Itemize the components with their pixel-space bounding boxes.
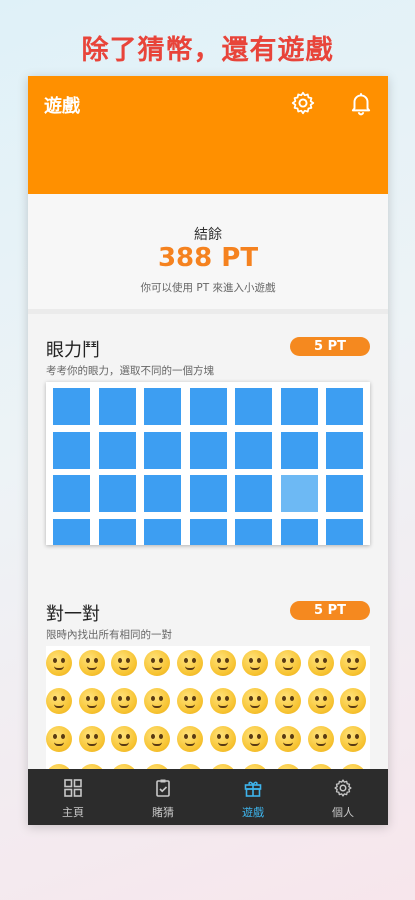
emoji-card[interactable] [242, 650, 269, 676]
emoji-card[interactable] [209, 688, 236, 714]
color-tile[interactable] [326, 518, 363, 545]
color-tile[interactable] [144, 388, 181, 425]
emoji-card[interactable] [340, 650, 367, 676]
emoji-card[interactable] [144, 726, 171, 752]
emoji-card[interactable] [144, 688, 171, 714]
color-tile[interactable] [53, 431, 90, 469]
color-tile[interactable] [235, 475, 272, 512]
emoji-card[interactable] [274, 688, 301, 714]
emoji-card[interactable] [111, 688, 138, 714]
emoji-card[interactable] [78, 726, 105, 752]
promo-headline: 除了猜幣，還有遊戲 [81, 35, 334, 66]
emoji-grid[interactable] [46, 646, 370, 776]
color-tile[interactable] [53, 388, 90, 425]
color-tile[interactable] [189, 475, 227, 512]
color-tile[interactable] [280, 475, 318, 512]
emoji-card[interactable] [176, 650, 203, 676]
color-tile[interactable] [53, 475, 90, 512]
gear-icon [291, 91, 315, 115]
game-title: 對一對 [46, 604, 100, 625]
game-card-matching[interactable]: 對一對 5 PT 限時內找出所有相同的一對 [28, 588, 388, 776]
color-tile[interactable] [144, 431, 181, 469]
game-subtitle: 限時內找出所有相同的一對 [46, 629, 172, 641]
phone-screen: 遊戲 結餘 388 PT 你可以使用 PT 來進入小遊戲 眼力鬥 5 PT 考考… [28, 76, 388, 825]
balance-label: 結餘 [194, 227, 222, 243]
page-title: 遊戲 [44, 96, 80, 117]
color-tile[interactable] [326, 431, 363, 469]
settings-button[interactable] [290, 90, 316, 116]
balance-panel: 結餘 388 PT 你可以使用 PT 來進入小遊戲 [28, 194, 388, 314]
color-tile[interactable] [189, 388, 227, 425]
emoji-card[interactable] [144, 650, 171, 676]
emoji-card[interactable] [209, 726, 236, 752]
game-card-eye-test[interactable]: 眼力鬥 5 PT 考考你的眼力，選取不同的一個方塊 [28, 324, 388, 569]
color-tile[interactable] [235, 388, 272, 425]
emoji-card[interactable] [46, 688, 72, 714]
color-tile-grid[interactable] [46, 382, 370, 545]
color-tile[interactable] [98, 431, 136, 469]
emoji-card[interactable] [307, 726, 334, 752]
game-title: 眼力鬥 [46, 340, 100, 361]
color-tile[interactable] [235, 518, 272, 545]
emoji-card[interactable] [176, 688, 203, 714]
color-tile[interactable] [326, 388, 363, 425]
emoji-card[interactable] [242, 726, 269, 752]
color-tile[interactable] [53, 518, 90, 545]
color-tile[interactable] [280, 431, 318, 469]
color-tile[interactable] [189, 431, 227, 469]
color-tile[interactable] [144, 475, 181, 512]
balance-value: 388 PT [157, 243, 259, 273]
color-tile[interactable] [280, 518, 318, 545]
game-cost-badge[interactable]: 5 PT [290, 337, 370, 356]
tab-label: 主頁 [62, 806, 84, 819]
tab-label: 遊戲 [242, 806, 264, 819]
game-cost-badge[interactable]: 5 PT [290, 601, 370, 620]
bottom-tab-bar: 主頁 賭猜 遊戲 個人 [28, 769, 388, 825]
emoji-card[interactable] [307, 650, 334, 676]
tab-profile[interactable]: 個人 [298, 769, 388, 825]
balance-hint: 你可以使用 PT 來進入小遊戲 [140, 282, 276, 294]
emoji-card[interactable] [340, 726, 367, 752]
tab-home[interactable]: 主頁 [28, 769, 118, 825]
home-grid-icon [64, 779, 82, 797]
bell-icon [351, 93, 371, 116]
color-tile[interactable] [98, 388, 136, 425]
tab-guess[interactable]: 賭猜 [118, 769, 208, 825]
emoji-card[interactable] [46, 726, 72, 752]
color-tile[interactable] [235, 431, 272, 469]
emoji-card[interactable] [176, 726, 203, 752]
color-tile[interactable] [98, 518, 136, 545]
game-subtitle: 考考你的眼力，選取不同的一個方塊 [46, 365, 214, 377]
emoji-card[interactable] [274, 726, 301, 752]
emoji-card[interactable] [78, 650, 105, 676]
tab-label: 個人 [332, 806, 354, 819]
color-tile[interactable] [189, 518, 227, 545]
app-bar: 遊戲 [28, 76, 388, 194]
color-tile[interactable] [280, 388, 318, 425]
color-tile[interactable] [144, 518, 181, 545]
gift-icon [244, 781, 262, 797]
emoji-card[interactable] [78, 688, 105, 714]
emoji-card[interactable] [46, 650, 72, 676]
notifications-button[interactable] [348, 90, 374, 116]
emoji-card[interactable] [111, 726, 138, 752]
emoji-card[interactable] [274, 650, 301, 676]
emoji-card[interactable] [340, 688, 367, 714]
gear-icon [334, 779, 352, 797]
emoji-card[interactable] [111, 650, 138, 676]
color-tile[interactable] [326, 475, 363, 512]
tab-label: 賭猜 [152, 806, 174, 819]
clipboard-check-icon [156, 779, 170, 797]
color-tile[interactable] [98, 475, 136, 512]
emoji-card[interactable] [242, 688, 269, 714]
tab-games[interactable]: 遊戲 [208, 769, 298, 825]
emoji-card[interactable] [209, 650, 236, 676]
emoji-card[interactable] [307, 688, 334, 714]
